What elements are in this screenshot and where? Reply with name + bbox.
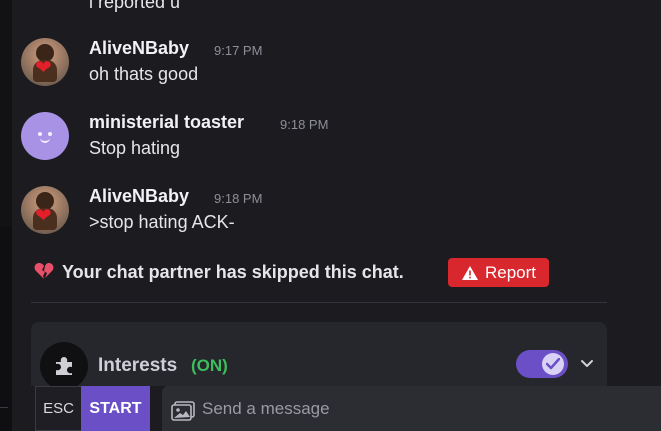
avatar[interactable] (21, 112, 69, 160)
puzzle-icon (40, 342, 88, 390)
message-author[interactable]: ministerial toaster (89, 112, 244, 133)
start-button[interactable]: START (81, 386, 150, 431)
previous-message-text: i reported u (89, 0, 181, 12)
check-icon (542, 353, 564, 375)
chat-message: ministerial toaster 9:18 PM Stop hating (21, 112, 621, 164)
esc-button[interactable]: ESC (35, 386, 81, 431)
message-text: Stop hating (89, 138, 181, 158)
divider (31, 302, 607, 303)
message-author[interactable]: AliveNBaby (89, 186, 189, 207)
report-button-label: Report (484, 262, 537, 282)
interests-status: (ON) (191, 356, 228, 375)
composer-bar: ESC START (35, 386, 661, 431)
report-button[interactable]: Report (448, 258, 549, 287)
avatar[interactable]: ❤ (21, 186, 69, 234)
warning-icon (461, 265, 479, 281)
image-icon[interactable] (171, 401, 195, 421)
message-box (162, 386, 661, 431)
interests-toggle[interactable] (516, 350, 568, 378)
message-author[interactable]: AliveNBaby (89, 38, 189, 59)
chat-message: ❤ AliveNBaby 9:18 PM >stop hating ACK- (21, 186, 621, 238)
chat-message: ❤ AliveNBaby 9:17 PM oh thats good (21, 38, 621, 90)
message-timestamp: 9:18 PM (280, 117, 329, 132)
interests-label: Interests (98, 355, 178, 376)
chat-area: i reported u ❤ AliveNBaby 9:17 PM oh tha… (12, 0, 661, 431)
message-timestamp: 9:18 PM (214, 191, 263, 206)
left-sidebar-mark (0, 407, 8, 408)
message-timestamp: 9:17 PM (214, 43, 263, 58)
left-sidebar-lower (0, 226, 12, 431)
interests-panel: Interests (ON) (31, 322, 607, 390)
broken-heart-icon (34, 262, 54, 285)
message-text: oh thats good (89, 64, 199, 84)
skip-notice: Your chat partner has skipped this chat.… (34, 258, 594, 288)
message-text: >stop hating ACK- (89, 212, 235, 232)
avatar[interactable]: ❤ (21, 38, 69, 86)
chevron-down-icon[interactable] (579, 355, 595, 371)
message-input[interactable] (202, 394, 642, 424)
left-sidebar-edge (0, 0, 12, 431)
skip-notice-text: Your chat partner has skipped this chat. (62, 262, 404, 282)
